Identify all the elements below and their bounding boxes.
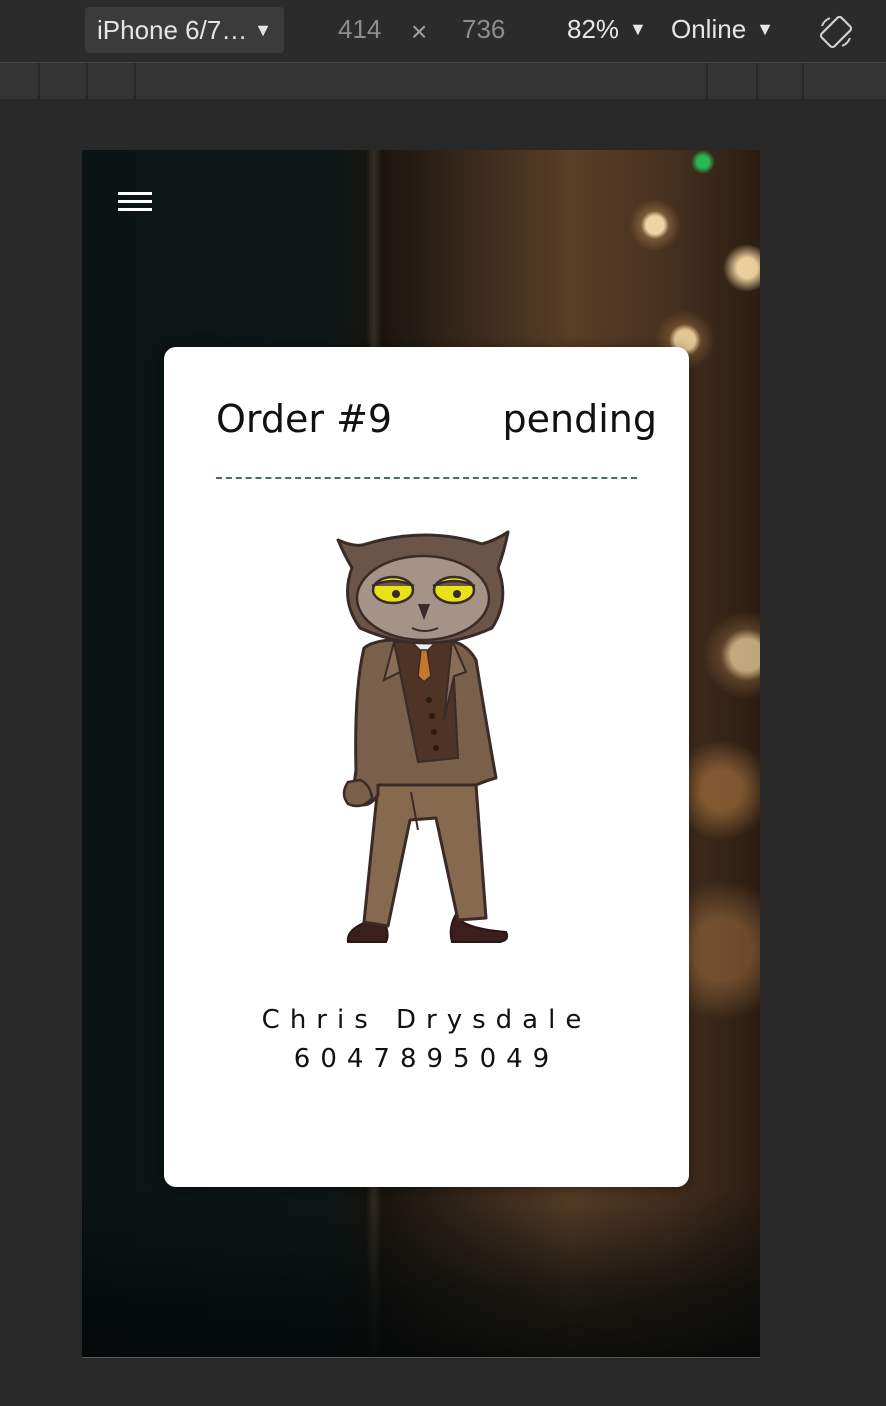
order-status: pending [502, 397, 657, 441]
chevron-down-icon: ▼ [254, 19, 272, 40]
hamburger-menu-icon[interactable] [118, 192, 152, 214]
network-select[interactable]: Online ▼ [671, 14, 774, 45]
media-query-ruler [0, 63, 886, 99]
ruler-segment[interactable] [708, 63, 758, 99]
device-viewport: Order #9 pending Chris Drysdale 60478950… [82, 150, 760, 1357]
owl-illustration [336, 530, 510, 943]
network-select-label: Online [671, 14, 747, 44]
ruler-segment[interactable] [758, 63, 804, 99]
divider [216, 477, 637, 479]
times-icon: × [411, 16, 428, 47]
order-card: Order #9 pending Chris Drysdale 60478950… [164, 347, 689, 1187]
rotate-device-icon[interactable] [818, 14, 854, 50]
order-title: Order #9 [216, 397, 393, 441]
zoom-select[interactable]: 82% ▼ [567, 14, 647, 45]
zoom-select-label: 82% [567, 14, 620, 44]
ruler-segment[interactable] [40, 63, 88, 99]
device-select[interactable]: iPhone 6/7… ▼ [85, 7, 284, 53]
customer-name: Chris Drysdale [261, 1005, 592, 1035]
customer-phone: 6047895049 [293, 1044, 560, 1074]
viewport-edge [82, 1357, 760, 1358]
viewport-height-field[interactable]: 736 [462, 14, 505, 45]
ruler-segment[interactable] [0, 63, 40, 99]
chevron-down-icon: ▼ [756, 19, 774, 39]
chevron-down-icon: ▼ [629, 19, 647, 39]
ruler-segment[interactable] [136, 63, 708, 99]
devtools-toolbar: iPhone 6/7… ▼ 414 × 736 82% ▼ Online ▼ [0, 0, 886, 63]
device-select-label: iPhone 6/7… [97, 14, 248, 45]
viewport-width-field[interactable]: 414 [338, 14, 381, 45]
ruler-segment[interactable] [804, 63, 886, 99]
background-shade [82, 1190, 760, 1357]
ruler-segment[interactable] [88, 63, 136, 99]
